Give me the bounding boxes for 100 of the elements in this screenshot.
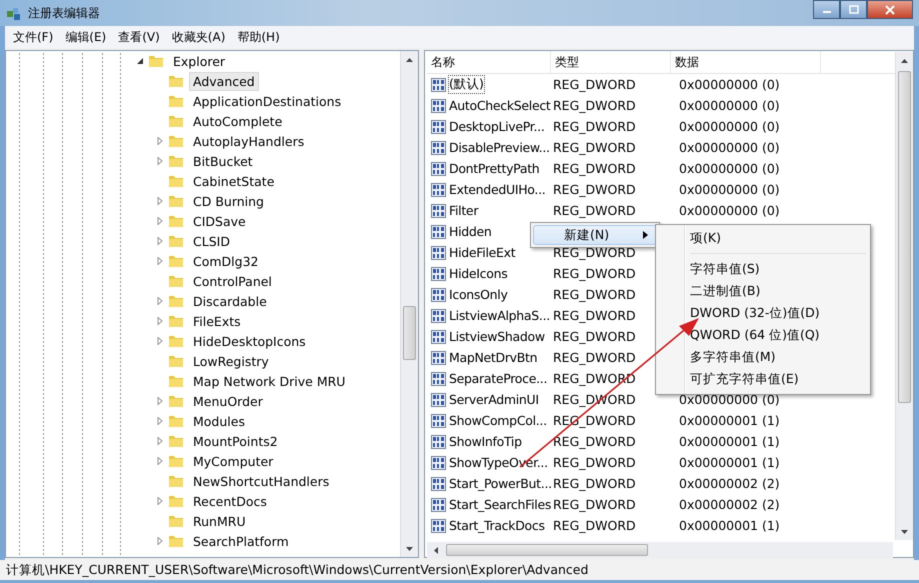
value-name[interactable]: MapNetDrvBtn <box>448 349 538 366</box>
value-data: 0x00000001 (1) <box>678 413 781 428</box>
value-name[interactable]: Hidden <box>448 223 493 240</box>
value-data: 0x00000000 (0) <box>678 77 781 92</box>
expand-arrow-icon[interactable] <box>156 497 164 505</box>
value-name[interactable]: Filter <box>448 202 480 219</box>
column-header[interactable]: 名称 <box>427 51 551 73</box>
binary-value-icon <box>431 372 446 386</box>
value-name[interactable]: IconsOnly <box>448 286 509 303</box>
expand-arrow-icon[interactable] <box>156 257 164 265</box>
expand-arrow-icon[interactable] <box>156 537 164 545</box>
tree-item[interactable]: MyComputer <box>189 452 278 470</box>
folder-icon <box>168 154 184 168</box>
binary-value-icon <box>431 476 446 490</box>
value-name[interactable]: AutoCheckSelect <box>448 97 552 114</box>
expand-arrow-icon[interactable] <box>156 397 164 405</box>
menu-item[interactable]: 帮助(H) <box>231 28 286 46</box>
tree-item[interactable]: AutoComplete <box>189 112 286 130</box>
maximize-button[interactable] <box>840 0 867 19</box>
collapse-arrow-icon[interactable] <box>136 57 144 65</box>
column-header[interactable]: 数据 <box>671 51 821 73</box>
menu-item[interactable]: 二进制值(B) <box>658 280 868 302</box>
menu-item[interactable]: 可扩充字符串值(E) <box>658 368 868 390</box>
value-name[interactable]: ListviewShadow <box>448 328 546 345</box>
value-name[interactable]: ServerAdminUI <box>448 391 540 408</box>
value-name[interactable]: Start_PowerBut... <box>448 475 553 492</box>
tree-item[interactable]: Discardable <box>189 292 271 310</box>
tree-item[interactable]: NewShortcutHandlers <box>189 472 334 490</box>
value-name[interactable]: ListviewAlphaS... <box>448 307 551 324</box>
expand-arrow-icon[interactable] <box>156 417 164 425</box>
value-name[interactable]: ExtendedUIHo... <box>448 181 546 198</box>
menu-item[interactable]: DWORD (32-位)值(D) <box>658 302 868 324</box>
tree-item[interactable]: MountPoints2 <box>189 432 282 450</box>
scroll-left-icon[interactable] <box>434 547 438 554</box>
tree-item[interactable]: Advanced <box>189 72 259 90</box>
expand-arrow-icon[interactable] <box>156 137 164 145</box>
tree-item[interactable]: RunMRU <box>189 512 250 530</box>
tree-item[interactable]: MenuOrder <box>189 392 267 410</box>
value-name[interactable]: Start_TrackDocs <box>448 517 546 534</box>
minimize-button[interactable] <box>813 0 840 19</box>
scroll-down-icon[interactable] <box>406 546 413 550</box>
column-header[interactable]: 类型 <box>551 51 671 73</box>
scroll-thumb[interactable] <box>403 306 416 360</box>
tree-item[interactable]: LowRegistry <box>189 352 273 370</box>
menu-item[interactable]: 查看(V) <box>112 28 166 46</box>
value-name[interactable]: DontPrettyPath <box>448 160 540 177</box>
value-name[interactable]: DisablePreview... <box>448 139 551 156</box>
expand-arrow-icon[interactable] <box>156 337 164 345</box>
tree-item[interactable]: ComDlg32 <box>189 252 262 270</box>
close-button[interactable] <box>867 0 913 19</box>
tree-item[interactable]: FileExts <box>189 312 245 330</box>
value-name[interactable]: HideIcons <box>448 265 508 282</box>
value-name[interactable]: ShowCompCol... <box>448 412 548 429</box>
value-name[interactable]: HideFileExt <box>448 244 516 261</box>
value-data: 0x00000000 (0) <box>678 119 781 134</box>
value-type: REG_DWORD <box>552 266 637 281</box>
expand-arrow-icon[interactable] <box>156 317 164 325</box>
scroll-thumb[interactable] <box>898 71 911 403</box>
scrollbar[interactable] <box>895 52 913 540</box>
tree-item[interactable]: BitBucket <box>189 152 257 170</box>
tree-item[interactable]: CLSID <box>189 232 234 250</box>
menu-item[interactable]: 编辑(E) <box>59 28 112 46</box>
menu-item[interactable]: 项(K) <box>658 227 868 249</box>
horizontal-scrollbar[interactable] <box>427 542 893 558</box>
value-name[interactable]: ShowInfoTip <box>448 433 523 450</box>
tree-item[interactable]: CIDSave <box>189 212 250 230</box>
value-name[interactable]: DesktopLivePr... <box>448 118 546 135</box>
tree-item[interactable]: SearchPlatform <box>189 532 293 550</box>
tree-item[interactable]: Explorer <box>169 52 230 70</box>
scrollbar[interactable] <box>400 51 418 557</box>
menu-item[interactable]: 文件(F) <box>7 28 60 46</box>
tree-item[interactable]: RecentDocs <box>189 492 271 510</box>
value-name[interactable]: Start_SearchFiles <box>448 496 552 513</box>
tree-item[interactable]: ControlPanel <box>189 272 276 290</box>
expand-arrow-icon[interactable] <box>156 217 164 225</box>
expand-arrow-icon[interactable] <box>156 457 164 465</box>
tree-item[interactable]: AutoplayHandlers <box>189 132 308 150</box>
value-name[interactable]: (默认) <box>448 75 485 94</box>
expand-arrow-icon[interactable] <box>156 157 164 165</box>
menu-item[interactable]: 收藏夹(A) <box>166 28 232 46</box>
scroll-up-icon[interactable] <box>901 58 908 62</box>
tree-item[interactable]: CabinetState <box>189 172 278 190</box>
expand-arrow-icon[interactable] <box>156 437 164 445</box>
tree-item[interactable]: HideDesktopIcons <box>189 332 310 350</box>
expand-arrow-icon[interactable] <box>156 297 164 305</box>
tree-item[interactable]: CD Burning <box>189 192 268 210</box>
tree-item[interactable]: ApplicationDestinations <box>189 92 346 110</box>
value-name[interactable]: SeparateProce... <box>448 370 548 387</box>
scroll-down-icon[interactable] <box>901 530 908 534</box>
folder-icon <box>168 114 184 128</box>
expand-arrow-icon[interactable] <box>156 197 164 205</box>
menu-item[interactable]: 字符串值(S) <box>658 258 868 280</box>
scroll-thumb[interactable] <box>446 544 648 556</box>
expand-arrow-icon[interactable] <box>156 237 164 245</box>
tree-item[interactable]: Map Network Drive MRU <box>189 372 350 390</box>
menu-item[interactable]: 多字符串值(M) <box>658 346 868 368</box>
tree-item[interactable]: Modules <box>189 412 249 430</box>
menu-item[interactable]: 新建(N) <box>533 225 657 245</box>
scroll-up-icon[interactable] <box>406 58 413 62</box>
menu-item[interactable]: QWORD (64 位)值(Q) <box>658 324 868 346</box>
